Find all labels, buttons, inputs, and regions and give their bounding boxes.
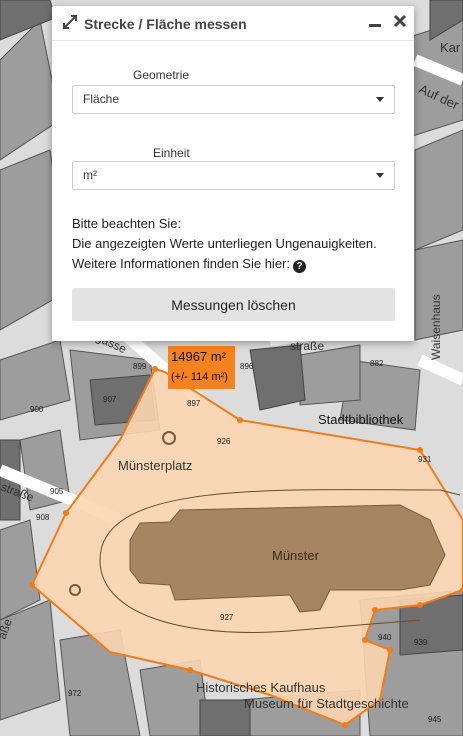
measure-dialog: Strecke / Fläche messen Geometrie Fläche…: [52, 6, 414, 341]
unit-label: Einheit: [153, 146, 190, 160]
label-waisenhaus: Waisenhaus: [429, 294, 443, 360]
svg-text:908: 908: [36, 513, 50, 522]
svg-text:896: 896: [240, 362, 254, 371]
chevron-down-icon: [376, 173, 384, 178]
label-stadtbibliothek: Stadtbibliothek: [318, 412, 404, 427]
svg-text:882: 882: [370, 359, 384, 368]
svg-text:927: 927: [220, 613, 234, 622]
close-icon[interactable]: [392, 13, 408, 29]
geometry-value: Fläche: [83, 92, 120, 106]
svg-text:899: 899: [133, 362, 147, 371]
chevron-down-icon: [376, 97, 384, 102]
dialog-header[interactable]: Strecke / Fläche messen: [52, 6, 414, 41]
unit-value: m²: [83, 168, 97, 182]
unit-select[interactable]: m²: [72, 161, 395, 190]
area-error: (+/- 114 m²): [171, 371, 228, 383]
svg-text:905: 905: [50, 487, 64, 496]
label-muensterplatz: Münsterplatz: [118, 458, 192, 473]
svg-text:931: 931: [418, 455, 432, 464]
note-line-1: Bitte beachten Sie:: [72, 216, 182, 231]
svg-text:900: 900: [30, 405, 44, 414]
note-line-2: Die angezeigten Werte unterliegen Ungena…: [72, 236, 377, 251]
dialog-title: Strecke / Fläche messen: [84, 16, 247, 32]
area-value: 14967 m²: [171, 349, 226, 364]
svg-text:907: 907: [103, 395, 117, 404]
question-icon[interactable]: ?: [293, 260, 306, 273]
label-kaufhaus: Historisches Kaufhaus: [196, 680, 326, 695]
label-museum: Museum für Stadtgeschichte: [244, 696, 409, 711]
geometry-select[interactable]: Fläche: [72, 85, 395, 114]
label-kar: Kar: [440, 40, 461, 55]
expand-icon[interactable]: [62, 14, 78, 30]
svg-text:945: 945: [428, 715, 442, 724]
svg-text:972: 972: [68, 689, 82, 698]
svg-text:926: 926: [217, 437, 231, 446]
area-measurement-label: 14967 m² (+/- 114 m²): [168, 346, 235, 389]
minimize-icon[interactable]: [368, 15, 382, 29]
clear-measurements-button[interactable]: Messungen löschen: [72, 288, 395, 321]
svg-text:940: 940: [378, 633, 392, 642]
svg-text:939: 939: [414, 638, 428, 647]
svg-text:897: 897: [187, 399, 201, 408]
geometry-label: Geometrie: [133, 68, 190, 82]
label-muenster: Münster: [272, 548, 320, 563]
note-line-3: Weitere Informationen finden Sie hier:?: [72, 256, 306, 273]
label-strasse-1: straße: [290, 339, 324, 353]
